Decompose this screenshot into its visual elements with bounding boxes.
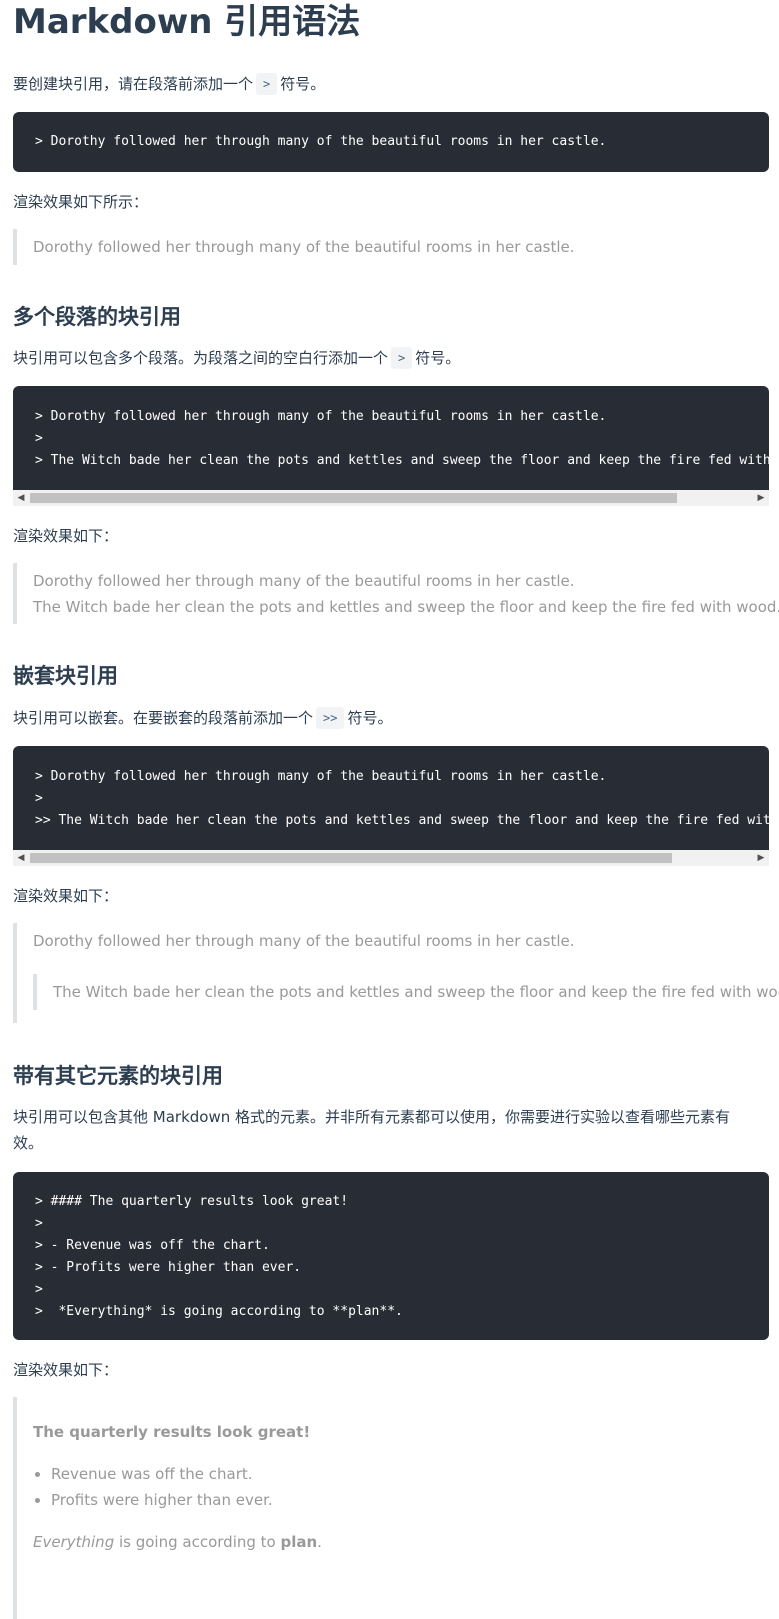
heading-other-elements: 带有其它元素的块引用 bbox=[13, 1064, 223, 1088]
other-elements-desc: 块引用可以包含其他 Markdown 格式的元素。并非所有元素都可以使用，你需要… bbox=[13, 1108, 731, 1152]
code-text: > Dorothy followed her through many of t… bbox=[35, 134, 607, 149]
code-text: > #### The quarterly results look great!… bbox=[35, 1194, 403, 1319]
desc-text: 块引用可以嵌套。在要嵌套的段落前添加一个 bbox=[13, 709, 314, 727]
blockquote-text: The Witch bade her clean the pots and ke… bbox=[33, 598, 779, 616]
blockquote-heading: The quarterly results look great! bbox=[33, 1423, 311, 1441]
emphasis-text: Everything bbox=[33, 1533, 115, 1551]
page: Markdown 引用语法 要创建块引用，请在段落前添加一个 > 符号。 > Dor… bbox=[0, 0, 779, 1619]
blockquote-text: Dorothy followed her through many of the… bbox=[33, 238, 575, 256]
desc-text-end: 符号。 bbox=[415, 349, 461, 367]
list-item: Profits were higher than ever. bbox=[51, 1487, 769, 1513]
scrollbar-thumb[interactable] bbox=[30, 493, 677, 503]
desc-text: 块引用可以包含多个段落。为段落之间的空白行添加一个 bbox=[13, 349, 389, 367]
code-block-3[interactable]: > Dorothy followed her through many of t… bbox=[13, 746, 769, 850]
strong-text: plan bbox=[280, 1533, 318, 1551]
blockquote-paragraph: Everything is going according to plan. bbox=[33, 1529, 769, 1555]
multi-paragraph-desc: 块引用可以包含多个段落。为段落之间的空白行添加一个 > 符号。 bbox=[13, 345, 753, 371]
scroll-right-icon[interactable]: ▶ bbox=[753, 490, 769, 506]
plain-text: is going according to bbox=[114, 1533, 281, 1551]
code-block-1[interactable]: > Dorothy followed her through many of t… bbox=[13, 112, 769, 172]
blockquote-1: Dorothy followed her through many of the… bbox=[13, 229, 575, 265]
inline-code: >> bbox=[316, 707, 345, 729]
horizontal-scrollbar[interactable]: ◀ ▶ bbox=[13, 850, 769, 866]
heading-nested: 嵌套块引用 bbox=[13, 664, 118, 688]
code-text: > Dorothy followed her through many of t… bbox=[35, 769, 769, 828]
code-block-4[interactable]: > #### The quarterly results look great!… bbox=[13, 1172, 769, 1340]
blockquote-text: Dorothy followed her through many of the… bbox=[33, 932, 575, 950]
list-item: Revenue was off the chart. bbox=[51, 1461, 769, 1487]
scrollbar-thumb[interactable] bbox=[30, 853, 672, 863]
nested-blockquote-text: The Witch bade her clean the pots and ke… bbox=[53, 983, 779, 1001]
blockquote-3: Dorothy followed her through many of the… bbox=[13, 923, 779, 1023]
nested-blockquote: The Witch bade her clean the pots and ke… bbox=[33, 974, 779, 1010]
nested-desc: 块引用可以嵌套。在要嵌套的段落前添加一个 >> 符号。 bbox=[13, 705, 753, 731]
render-label-4: 渲染效果如下： bbox=[13, 1361, 119, 1379]
render-label-1: 渲染效果如下所示： bbox=[13, 193, 149, 211]
intro-text-end: 符号。 bbox=[280, 75, 326, 93]
blockquote-list: Revenue was off the chart. Profits were … bbox=[33, 1461, 769, 1513]
render-label-2: 渲染效果如下： bbox=[13, 527, 119, 545]
blockquote-2: Dorothy followed her through many of the… bbox=[13, 563, 779, 624]
horizontal-scrollbar[interactable]: ◀ ▶ bbox=[13, 490, 769, 506]
blockquote-4: The quarterly results look great! Revenu… bbox=[13, 1397, 769, 1619]
code-block-2[interactable]: > Dorothy followed her through many of t… bbox=[13, 386, 769, 490]
code-text: > Dorothy followed her through many of t… bbox=[35, 409, 769, 468]
blockquote-text: Dorothy followed her through many of the… bbox=[33, 572, 575, 590]
page-title: Markdown 引用语法 bbox=[13, 2, 361, 42]
scroll-right-icon[interactable]: ▶ bbox=[753, 850, 769, 866]
intro-paragraph: 要创建块引用，请在段落前添加一个 > 符号。 bbox=[13, 71, 753, 97]
plain-text: . bbox=[317, 1533, 322, 1551]
intro-text: 要创建块引用，请在段落前添加一个 bbox=[13, 75, 254, 93]
desc-text-end: 符号。 bbox=[347, 709, 393, 727]
scroll-left-icon[interactable]: ◀ bbox=[13, 850, 29, 866]
render-label-3: 渲染效果如下： bbox=[13, 887, 119, 905]
inline-code: > bbox=[256, 73, 278, 95]
heading-multi-paragraph: 多个段落的块引用 bbox=[13, 305, 181, 329]
inline-code: > bbox=[391, 347, 413, 369]
scroll-left-icon[interactable]: ◀ bbox=[13, 490, 29, 506]
